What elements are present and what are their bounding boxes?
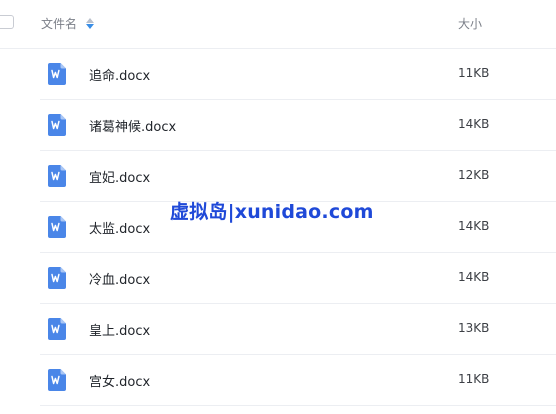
file-list-page: 文件名 大小 追命.docx 11KB 诸葛神候.docx 14KB 宜妃.do… xyxy=(0,0,556,414)
file-size: 14KB xyxy=(458,117,490,131)
file-size: 12KB xyxy=(458,168,490,182)
file-size: 11KB xyxy=(458,372,490,386)
column-header-name-label: 文件名 xyxy=(41,17,78,31)
watermark: 虚拟岛|xunidao.com xyxy=(170,201,374,223)
word-doc-icon xyxy=(48,216,66,238)
file-name[interactable]: 宫女.docx xyxy=(89,371,150,390)
word-doc-icon xyxy=(48,165,66,187)
file-row[interactable]: 宜妃.docx 12KB xyxy=(40,151,556,202)
file-row[interactable]: 诸葛神候.docx 14KB xyxy=(40,100,556,151)
column-header-name[interactable]: 文件名 xyxy=(41,15,95,32)
file-row[interactable]: 皇上.docx 13KB xyxy=(40,304,556,355)
file-row[interactable]: 宫女.docx 11KB xyxy=(40,355,556,406)
file-size: 14KB xyxy=(458,219,490,233)
file-name[interactable]: 冷血.docx xyxy=(89,269,150,288)
word-doc-icon xyxy=(48,63,66,85)
word-doc-icon xyxy=(48,318,66,340)
sort-icon[interactable] xyxy=(85,17,95,31)
column-header-size-label: 大小 xyxy=(458,17,483,31)
word-doc-icon xyxy=(48,267,66,289)
file-name[interactable]: 宜妃.docx xyxy=(89,167,150,186)
word-doc-icon xyxy=(48,369,66,391)
file-list-header: 文件名 大小 xyxy=(0,0,556,49)
select-all-checkbox[interactable] xyxy=(0,15,14,29)
file-row[interactable]: 追命.docx 11KB xyxy=(40,49,556,100)
file-name[interactable]: 皇上.docx xyxy=(89,320,150,339)
file-name[interactable]: 诸葛神候.docx xyxy=(89,116,176,135)
column-header-size[interactable]: 大小 xyxy=(458,15,482,32)
file-name[interactable]: 追命.docx xyxy=(89,65,150,84)
file-size: 11KB xyxy=(458,66,490,80)
word-doc-icon xyxy=(48,114,66,136)
file-size: 14KB xyxy=(458,270,490,284)
file-size: 13KB xyxy=(458,321,490,335)
file-list: 追命.docx 11KB 诸葛神候.docx 14KB 宜妃.docx 12KB… xyxy=(0,49,556,406)
file-name[interactable]: 太监.docx xyxy=(89,218,150,237)
file-row[interactable]: 冷血.docx 14KB xyxy=(40,253,556,304)
